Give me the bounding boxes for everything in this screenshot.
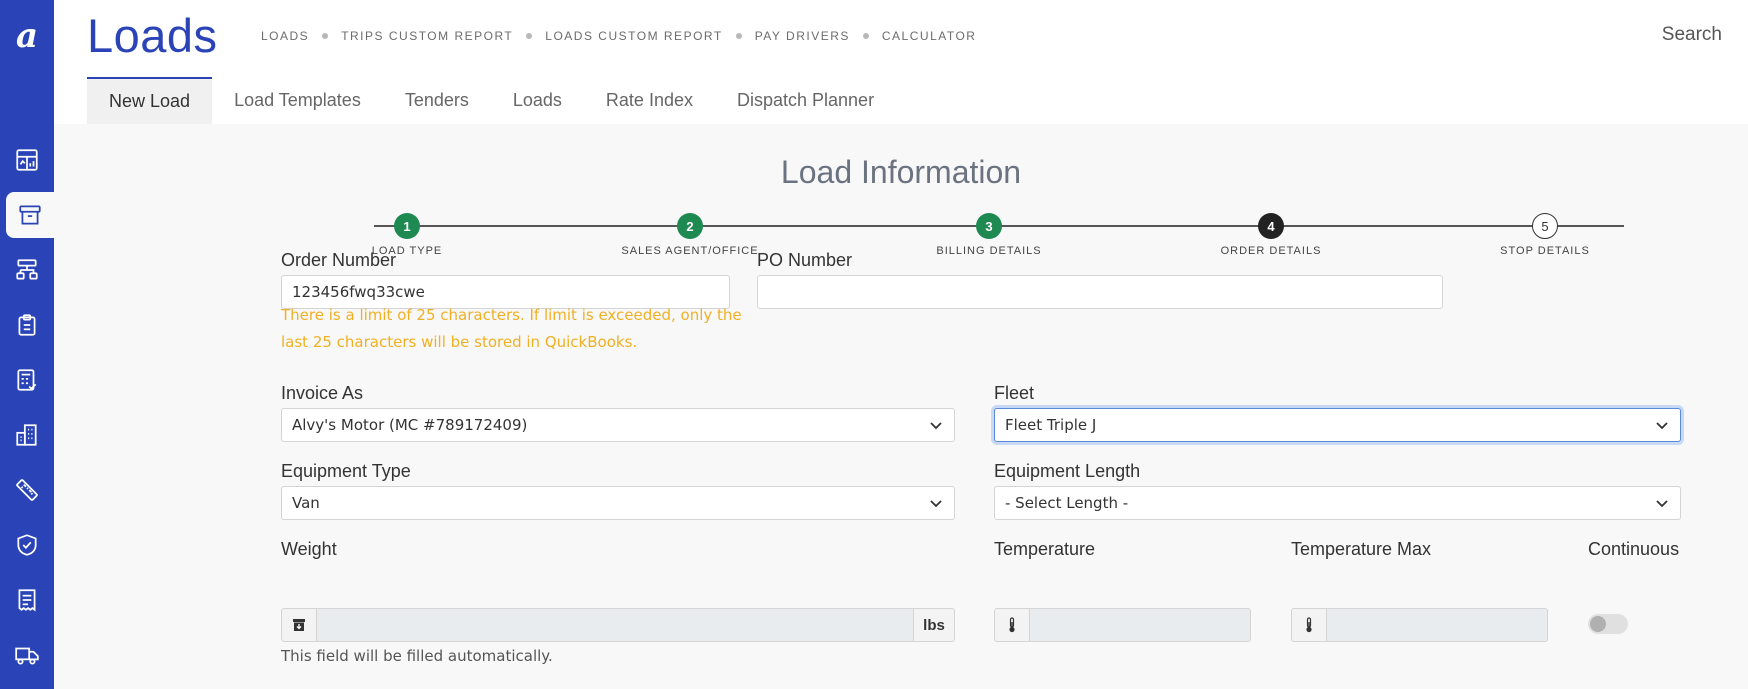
dashboard-icon[interactable]	[0, 137, 54, 183]
nav-link-loads[interactable]: LOADS	[261, 29, 309, 43]
step-label: BILLING DETAILS	[936, 245, 1042, 257]
calculator-check-icon[interactable]	[0, 357, 54, 403]
po-number-label: PO Number	[757, 250, 853, 270]
temperature-label: Temperature	[994, 539, 1096, 559]
archive-down-icon	[293, 619, 305, 631]
invoice-as-label: Invoice As	[281, 383, 364, 403]
fleet-label: Fleet	[994, 383, 1035, 403]
page-title: Loads	[87, 9, 218, 62]
order-number-label: Order Number	[281, 250, 397, 270]
tab-dispatch-planner[interactable]: Dispatch Planner	[715, 77, 896, 124]
thermometer-icon	[994, 608, 1030, 642]
clipboard-icon[interactable]	[0, 302, 54, 348]
equipment-type-label: Equipment Type	[281, 461, 411, 481]
weight-unit: lbs	[913, 608, 955, 642]
receipt-icon[interactable]	[0, 577, 54, 623]
equipment-type-value: Van	[292, 494, 320, 512]
fleet-select[interactable]: Fleet Triple J	[994, 408, 1681, 442]
chevron-down-icon	[1656, 500, 1668, 508]
nav-separator	[862, 33, 869, 39]
temperature-input-group	[994, 608, 1251, 642]
tab-new-load[interactable]: New Load	[87, 77, 213, 124]
step-number: 3	[976, 213, 1002, 239]
header: Loads LOADS TRIPS CUSTOM REPORT LOADS CU…	[54, 0, 1748, 124]
chevron-down-icon	[930, 422, 942, 430]
shield-check-icon[interactable]	[0, 522, 54, 568]
nav-link-loads-custom-report[interactable]: LOADS CUSTOM REPORT	[545, 29, 722, 43]
step-number: 1	[394, 213, 420, 239]
step-label: SALES AGENT/OFFICE	[621, 245, 759, 257]
chevron-down-icon	[1656, 422, 1668, 430]
step-number: 2	[677, 213, 703, 239]
nav-separator	[526, 33, 533, 39]
thermometer-icon	[1291, 608, 1327, 642]
weight-addon	[281, 608, 317, 642]
step-billing-details[interactable]: 3 BILLING DETAILS	[909, 210, 1069, 257]
tab-loads[interactable]: Loads	[491, 77, 584, 124]
chevron-down-icon	[930, 500, 942, 508]
weight-input[interactable]	[317, 608, 913, 642]
weight-label: Weight	[281, 539, 337, 559]
invoice-as-select[interactable]: Alvy's Motor (MC #789172409)	[281, 408, 955, 442]
step-number: 5	[1532, 213, 1558, 239]
step-sales-agent-office[interactable]: 2 SALES AGENT/OFFICE	[610, 210, 770, 257]
invoice-as-value: Alvy's Motor (MC #789172409)	[292, 416, 528, 434]
truck-icon[interactable]	[0, 632, 54, 678]
equipment-length-select[interactable]: - Select Length -	[994, 486, 1681, 520]
buildings-icon[interactable]	[0, 412, 54, 458]
section-title: Load Information	[780, 154, 1022, 190]
weight-input-group: lbs	[281, 608, 955, 642]
sidebar: a	[0, 0, 54, 689]
po-number-input[interactable]	[757, 275, 1443, 309]
equipment-length-label: Equipment Length	[994, 461, 1141, 481]
tab-rate-index[interactable]: Rate Index	[584, 77, 715, 124]
nav-separator	[322, 33, 329, 39]
app-logo[interactable]: a	[0, 12, 54, 60]
equipment-length-value: - Select Length -	[1005, 494, 1129, 512]
ruler-icon[interactable]	[0, 467, 54, 513]
fleet-value: Fleet Triple J	[1005, 416, 1097, 434]
temperature-max-input-group	[1291, 608, 1548, 642]
temperature-max-label: Temperature Max	[1291, 539, 1432, 559]
tab-tenders[interactable]: Tenders	[383, 77, 491, 124]
main-content: Load Information 1 LOAD TYPE 2 SALES AGE…	[54, 124, 1748, 689]
temperature-max-input[interactable]	[1327, 608, 1548, 642]
order-number-warning-line-2: last 25 characters will be stored in Qui…	[281, 333, 638, 351]
weight-hint: This field will be filled automatically.	[281, 647, 553, 665]
top-nav: LOADS TRIPS CUSTOM REPORT LOADS CUSTOM R…	[261, 29, 976, 43]
nav-separator	[735, 33, 742, 39]
step-number: 4	[1258, 213, 1284, 239]
nav-link-trips-custom-report[interactable]: TRIPS CUSTOM REPORT	[341, 29, 513, 43]
equipment-type-select[interactable]: Van	[281, 486, 955, 520]
toggle-knob	[1590, 616, 1606, 632]
nav-link-pay-drivers[interactable]: PAY DRIVERS	[755, 29, 850, 43]
continuous-label: Continuous	[1588, 539, 1680, 559]
hierarchy-icon[interactable]	[0, 247, 54, 293]
archive-box-icon[interactable]	[6, 192, 54, 238]
step-stop-details[interactable]: 5 STOP DETAILS	[1465, 210, 1625, 257]
continuous-toggle[interactable]	[1588, 614, 1628, 634]
nav-link-calculator[interactable]: CALCULATOR	[882, 29, 977, 43]
order-number-warning-line-1: There is a limit of 25 characters. If li…	[281, 306, 742, 324]
progress-stepper: 1 LOAD TYPE 2 SALES AGENT/OFFICE 3 BILLI…	[372, 210, 1644, 270]
step-order-details[interactable]: 4 ORDER DETAILS	[1191, 210, 1351, 257]
tab-load-templates[interactable]: Load Templates	[212, 77, 383, 124]
step-label: ORDER DETAILS	[1220, 245, 1322, 257]
tab-bar: New Load Load Templates Tenders Loads Ra…	[87, 77, 896, 124]
search-link[interactable]: Search	[1662, 24, 1722, 46]
temperature-input[interactable]	[1030, 608, 1251, 642]
step-label: STOP DETAILS	[1500, 245, 1590, 257]
